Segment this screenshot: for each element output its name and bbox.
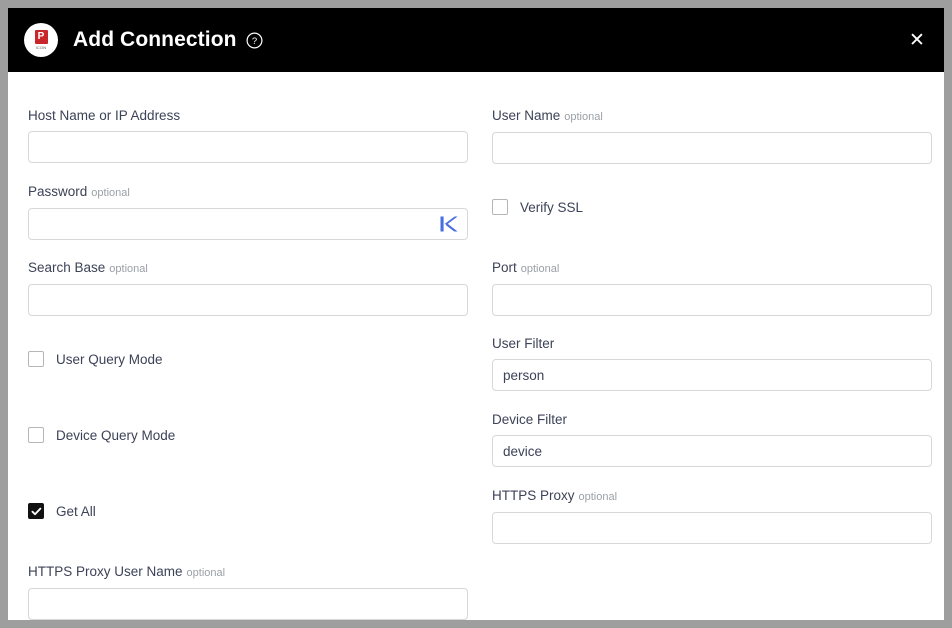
https-proxy-user-name-input[interactable]	[28, 588, 468, 620]
connection-form: Host Name or IP Address Password optional	[8, 72, 944, 620]
password-input-wrapper	[28, 208, 468, 240]
field-password: Password optional	[28, 184, 468, 240]
app-icon-letter: P	[34, 30, 48, 44]
user-filter-input[interactable]	[492, 359, 932, 391]
checkbox-label: Verify SSL	[520, 199, 584, 215]
app-icon-sublabel: ICON	[35, 45, 47, 50]
host-name-or-ip-address-input[interactable]	[28, 131, 468, 163]
checkbox-user-query-mode[interactable]: User Query Mode	[28, 351, 163, 367]
label-text: User Filter	[492, 336, 555, 351]
label-search-base: Search Base optional	[28, 260, 468, 277]
label-text: Port	[492, 260, 517, 275]
label-https-proxy-user-name: HTTPS Proxy User Name optional	[28, 564, 468, 581]
checkbox-label: User Query Mode	[56, 351, 163, 367]
checkbox-get-all[interactable]: Get All	[28, 503, 96, 519]
user-name-input[interactable]	[492, 132, 932, 164]
label-https-proxy: HTTPS Proxy optional	[492, 488, 932, 505]
label-user-filter: User Filter	[492, 336, 932, 352]
dialog-title: Add Connection	[73, 28, 237, 51]
checkbox-box[interactable]	[28, 503, 44, 519]
help-circle-icon[interactable]: ?	[246, 31, 263, 49]
label-text: HTTPS Proxy User Name	[28, 564, 183, 579]
field-search-base: Search Base optional	[28, 260, 468, 316]
checkbox-device-query-mode[interactable]: Device Query Mode	[28, 427, 175, 443]
close-icon[interactable]: ✕	[904, 27, 930, 53]
optional-tag: optional	[578, 491, 618, 503]
check-icon	[31, 507, 41, 515]
optional-tag: optional	[91, 187, 130, 199]
label-host-name-or-ip-address: Host Name or IP Address	[28, 108, 468, 124]
field-https-proxy-user-name: HTTPS Proxy User Name optional	[28, 564, 468, 620]
label-password: Password optional	[28, 184, 468, 201]
label-user-name: User Name optional	[492, 108, 932, 125]
label-text: Device Filter	[492, 412, 568, 427]
optional-tag: optional	[186, 567, 226, 579]
https-proxy-input[interactable]	[492, 512, 932, 544]
checkbox-label: Device Query Mode	[56, 427, 176, 443]
optional-tag: optional	[109, 263, 148, 275]
label-device-filter: Device Filter	[492, 412, 932, 428]
device-filter-input[interactable]	[492, 435, 932, 467]
label-text: Search Base	[28, 260, 106, 275]
dialog-titlebar: P ICON Add Connection ? ✕	[8, 8, 944, 72]
add-connection-dialog: P ICON Add Connection ? ✕ Host Name or I…	[8, 8, 944, 620]
search-base-input[interactable]	[28, 284, 468, 316]
password-input[interactable]	[28, 208, 468, 240]
field-https-proxy: HTTPS Proxy optional	[492, 488, 932, 544]
svg-text:?: ?	[251, 36, 256, 47]
optional-tag: optional	[520, 263, 560, 275]
label-port: Port optional	[492, 260, 932, 277]
field-host-name-or-ip-address: Host Name or IP Address	[28, 108, 468, 163]
label-text: HTTPS Proxy	[492, 488, 575, 503]
checkbox-verify-ssl[interactable]: Verify SSL	[492, 199, 583, 215]
field-device-filter: Device Filter	[492, 412, 932, 467]
label-text: Password	[28, 184, 88, 199]
field-port: Port optional	[492, 260, 932, 316]
checkbox-box[interactable]	[28, 351, 44, 367]
field-user-name: User Name optional	[492, 108, 932, 164]
port-input[interactable]	[492, 284, 932, 316]
app-icon: P ICON	[24, 23, 58, 57]
field-user-filter: User Filter	[492, 336, 932, 391]
label-text: Host Name or IP Address	[28, 108, 181, 123]
checkbox-box[interactable]	[28, 427, 44, 443]
checkbox-box[interactable]	[492, 199, 508, 215]
keeper-k-icon[interactable]	[436, 211, 462, 237]
checkbox-label: Get All	[56, 503, 96, 519]
optional-tag: optional	[564, 111, 603, 123]
label-text: User Name	[492, 108, 561, 123]
